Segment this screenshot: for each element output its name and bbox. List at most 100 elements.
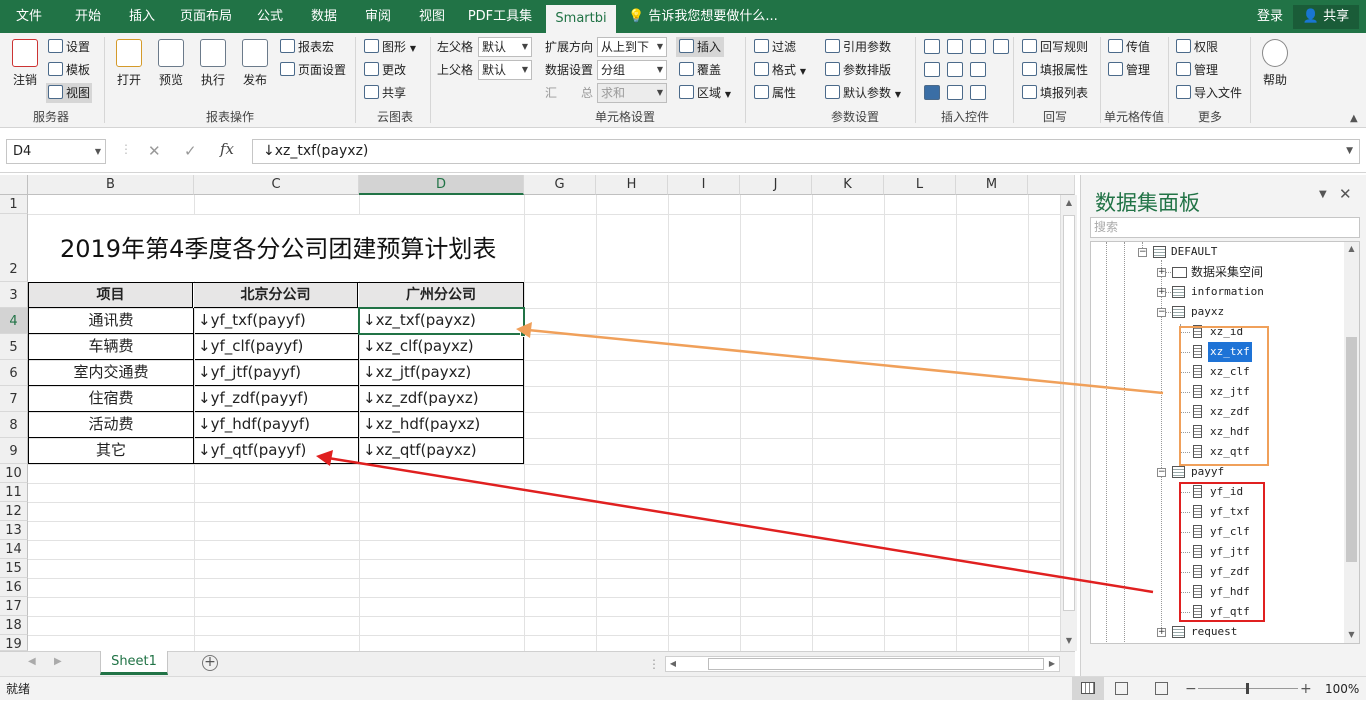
pass-manage-button[interactable]: 管理: [1108, 60, 1150, 80]
login-link[interactable]: 登录: [1252, 0, 1288, 33]
preview-button[interactable]: 预览: [154, 37, 188, 88]
page-setup-button[interactable]: 页面设置: [280, 60, 346, 80]
collapse-ribbon-icon[interactable]: ▲: [1350, 113, 1358, 124]
collapse-toggle[interactable]: −: [1157, 468, 1166, 477]
tree-control-icon[interactable]: [993, 39, 1009, 54]
item-cell[interactable]: 车辆费: [29, 334, 194, 360]
share-chart-button[interactable]: 共享: [364, 83, 406, 103]
tree-node-information[interactable]: information: [1191, 282, 1264, 302]
dataset-tree[interactable]: − DEFAULT + 数据采集空间 + information − payxz…: [1090, 241, 1360, 644]
column-header[interactable]: I: [668, 175, 740, 195]
spreadsheet-grid[interactable]: B C D G H I J K L M 1 2 3 4 5 6 7 8 9 10…: [0, 175, 1075, 651]
scroll-down-icon[interactable]: ▼: [1344, 630, 1359, 639]
row-header[interactable]: 12: [0, 502, 28, 521]
cover-mode-button[interactable]: 覆盖: [679, 60, 721, 80]
row-header[interactable]: 5: [0, 334, 28, 360]
scroll-left-icon[interactable]: ◀: [666, 657, 680, 671]
tree-node-request[interactable]: request: [1191, 622, 1237, 642]
sheet-vertical-scrollbar[interactable]: ▲ ▼: [1060, 195, 1077, 651]
column-header[interactable]: B: [28, 175, 194, 195]
row-header[interactable]: 2: [0, 214, 28, 282]
item-cell[interactable]: 室内交通费: [29, 360, 194, 386]
combo-control-icon[interactable]: [947, 39, 963, 54]
guangzhou-cell[interactable]: ↓xz_hdf(payxz): [360, 412, 524, 438]
row-header[interactable]: 17: [0, 597, 28, 616]
column-header[interactable]: J: [740, 175, 812, 195]
text-control-icon[interactable]: [970, 62, 986, 77]
area-button[interactable]: 区域 ▼: [679, 83, 731, 103]
writeback-rule-button[interactable]: 回写规则: [1022, 37, 1088, 57]
tab-home[interactable]: 开始: [62, 0, 114, 33]
column-header-selected[interactable]: D: [359, 175, 524, 195]
tell-me-box[interactable]: 💡 告诉我您想要做什么...: [628, 0, 778, 33]
tab-page-layout[interactable]: 页面布局: [172, 0, 240, 33]
param-layout-button[interactable]: 参数排版: [825, 60, 891, 80]
fill-handle[interactable]: [520, 331, 526, 337]
row-header[interactable]: 15: [0, 559, 28, 578]
beijing-cell[interactable]: ↓yf_txf(payyf): [195, 308, 359, 334]
header-cell-item[interactable]: 项目: [29, 283, 193, 308]
insert-mode-button[interactable]: 插入: [676, 37, 725, 57]
view-button[interactable]: 视图: [46, 83, 93, 103]
zoom-level[interactable]: 100%: [1325, 677, 1359, 701]
tree-node-payxz[interactable]: payxz: [1191, 302, 1224, 322]
fx-icon[interactable]: fx: [220, 140, 234, 158]
row-header[interactable]: 7: [0, 386, 28, 412]
guangzhou-cell[interactable]: ↓xz_clf(payxz): [360, 334, 524, 360]
list-control-icon[interactable]: [970, 39, 986, 54]
scrollbar-thumb[interactable]: [708, 658, 1044, 670]
report-title[interactable]: 2019年第4季度各分公司团建预算计划表: [60, 231, 496, 267]
name-box[interactable]: D4 ▼: [6, 139, 106, 164]
row-header[interactable]: 18: [0, 616, 28, 635]
fill-property-button[interactable]: 填报属性: [1022, 60, 1088, 80]
select-all-corner[interactable]: [0, 175, 28, 195]
expand-toggle[interactable]: +: [1157, 628, 1166, 637]
page-break-view-icon[interactable]: [1155, 682, 1168, 695]
logout-button[interactable]: 注销: [8, 37, 42, 88]
publish-button[interactable]: 发布: [238, 37, 272, 88]
item-cell[interactable]: 其它: [29, 438, 194, 464]
zoom-out-icon[interactable]: −: [1185, 677, 1197, 701]
row-header[interactable]: 6: [0, 360, 28, 386]
beijing-cell[interactable]: ↓yf_qtf(payyf): [195, 438, 359, 464]
summary-select[interactable]: 求和 ▼: [597, 83, 667, 103]
normal-view-button[interactable]: [1072, 677, 1104, 700]
more-manage-button[interactable]: 管理: [1176, 60, 1218, 80]
help-button[interactable]: 帮助: [1258, 37, 1292, 88]
scroll-up-icon[interactable]: ▲: [1061, 195, 1077, 211]
row-header[interactable]: 16: [0, 578, 28, 597]
row-header[interactable]: 10: [0, 464, 28, 483]
dropdown-control-icon[interactable]: [924, 39, 940, 54]
zoom-slider-handle[interactable]: [1246, 683, 1249, 694]
expand-toggle[interactable]: +: [1157, 268, 1166, 277]
splitter-icon[interactable]: ⋮: [648, 657, 660, 671]
column-header[interactable]: M: [956, 175, 1028, 195]
ref-param-button[interactable]: 引用参数: [825, 37, 891, 57]
link-control-icon[interactable]: [947, 85, 963, 100]
panel-search-input[interactable]: 搜索: [1090, 217, 1360, 238]
row-header[interactable]: 14: [0, 540, 28, 559]
property-button[interactable]: 属性: [754, 83, 796, 103]
row-header[interactable]: 3: [0, 282, 28, 308]
tab-smartbi[interactable]: Smartbi: [546, 5, 616, 33]
beijing-cell[interactable]: ↓yf_jtf(payyf): [195, 360, 359, 386]
tab-view[interactable]: 视图: [406, 0, 458, 33]
settings-button[interactable]: 设置: [48, 37, 90, 57]
scroll-up-icon[interactable]: ▲: [1344, 244, 1359, 253]
column-header[interactable]: K: [812, 175, 884, 195]
sheet-horizontal-scrollbar[interactable]: ◀ ▶: [665, 656, 1060, 672]
fill-list-button[interactable]: 填报列表: [1022, 83, 1088, 103]
textbox-control-icon[interactable]: [924, 62, 940, 77]
tab-review[interactable]: 审阅: [352, 0, 404, 33]
graph-button[interactable]: 图形 ▼: [364, 37, 416, 57]
scroll-right-icon[interactable]: ▶: [1045, 657, 1059, 671]
scroll-down-icon[interactable]: ▼: [1061, 633, 1077, 649]
template-button[interactable]: 模板: [48, 60, 90, 80]
add-sheet-icon[interactable]: +: [202, 655, 218, 671]
permission-button[interactable]: 权限: [1176, 37, 1218, 57]
prev-sheet-icon[interactable]: ◀: [28, 656, 36, 667]
collapse-toggle[interactable]: −: [1157, 308, 1166, 317]
guangzhou-cell[interactable]: ↓xz_jtf(payxz): [360, 360, 524, 386]
beijing-cell[interactable]: ↓yf_hdf(payyf): [195, 412, 359, 438]
column-header[interactable]: G: [524, 175, 596, 195]
